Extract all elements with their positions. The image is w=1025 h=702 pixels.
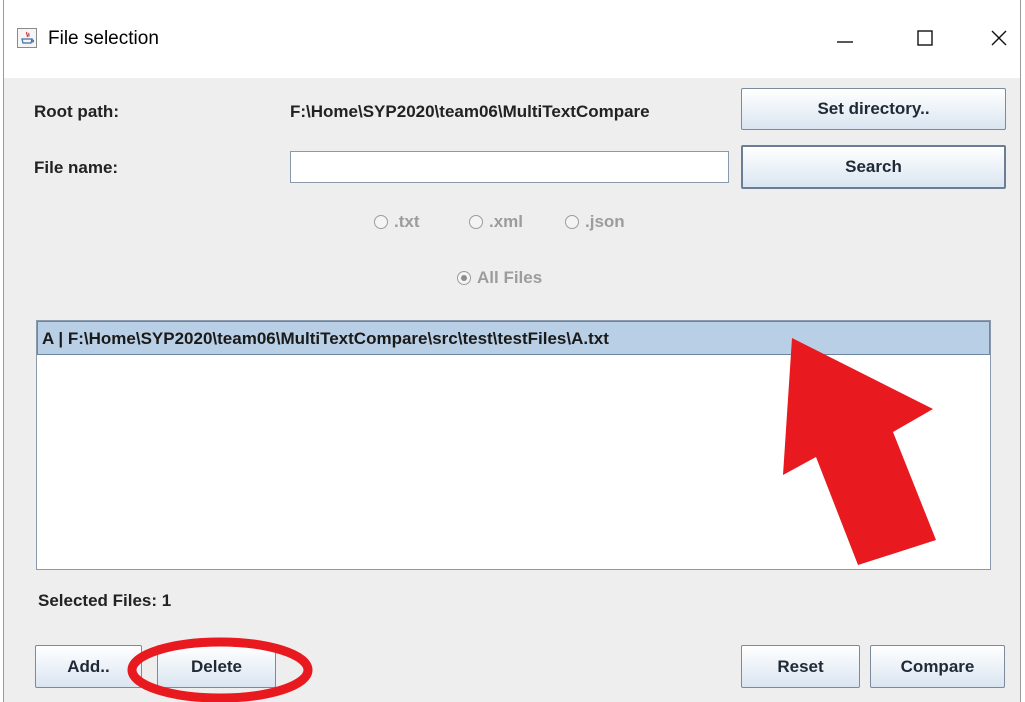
minimize-button[interactable] (820, 18, 870, 58)
root-path-label: Root path: (34, 102, 119, 121)
compare-button[interactable]: Compare (870, 645, 1005, 688)
radio-json[interactable]: .json (565, 212, 625, 232)
root-path-value: F:\Home\SYP2020\team06\MultiTextCompare (290, 102, 650, 121)
radio-circle-icon (374, 215, 388, 229)
radio-json-label: .json (585, 212, 625, 231)
radio-xml-label: .xml (489, 212, 524, 231)
add-button[interactable]: Add.. (35, 645, 142, 688)
radio-selected-icon (457, 271, 471, 285)
delete-button[interactable]: Delete (157, 645, 276, 688)
maximize-icon (917, 30, 933, 46)
close-icon (991, 30, 1007, 46)
radio-txt-label: .txt (394, 212, 420, 231)
java-app-icon (17, 28, 37, 48)
file-selection-window: File selection Root path: F:\Home\SYP202… (3, 0, 1021, 702)
radio-xml[interactable]: .xml (469, 212, 523, 232)
radio-all-files-label: All Files (477, 268, 543, 287)
maximize-button[interactable] (900, 18, 950, 58)
reset-button[interactable]: Reset (741, 645, 860, 688)
window-title: File selection (48, 28, 159, 49)
radio-circle-icon (565, 215, 579, 229)
radio-txt[interactable]: .txt (374, 212, 420, 232)
minimize-icon (837, 41, 853, 43)
list-item[interactable]: A | F:\Home\SYP2020\team06\MultiTextComp… (37, 321, 990, 355)
selected-files-count: Selected Files: 1 (38, 591, 172, 610)
radio-all-files[interactable]: All Files (457, 268, 542, 288)
selected-files-list[interactable]: A | F:\Home\SYP2020\team06\MultiTextComp… (36, 320, 991, 570)
set-directory-button[interactable]: Set directory.. (741, 88, 1006, 130)
radio-circle-icon (469, 215, 483, 229)
close-button[interactable] (974, 18, 1020, 58)
title-bar: File selection (4, 0, 1020, 78)
search-button[interactable]: Search (741, 145, 1006, 189)
file-name-input[interactable] (290, 151, 729, 183)
file-name-label: File name: (34, 158, 119, 177)
